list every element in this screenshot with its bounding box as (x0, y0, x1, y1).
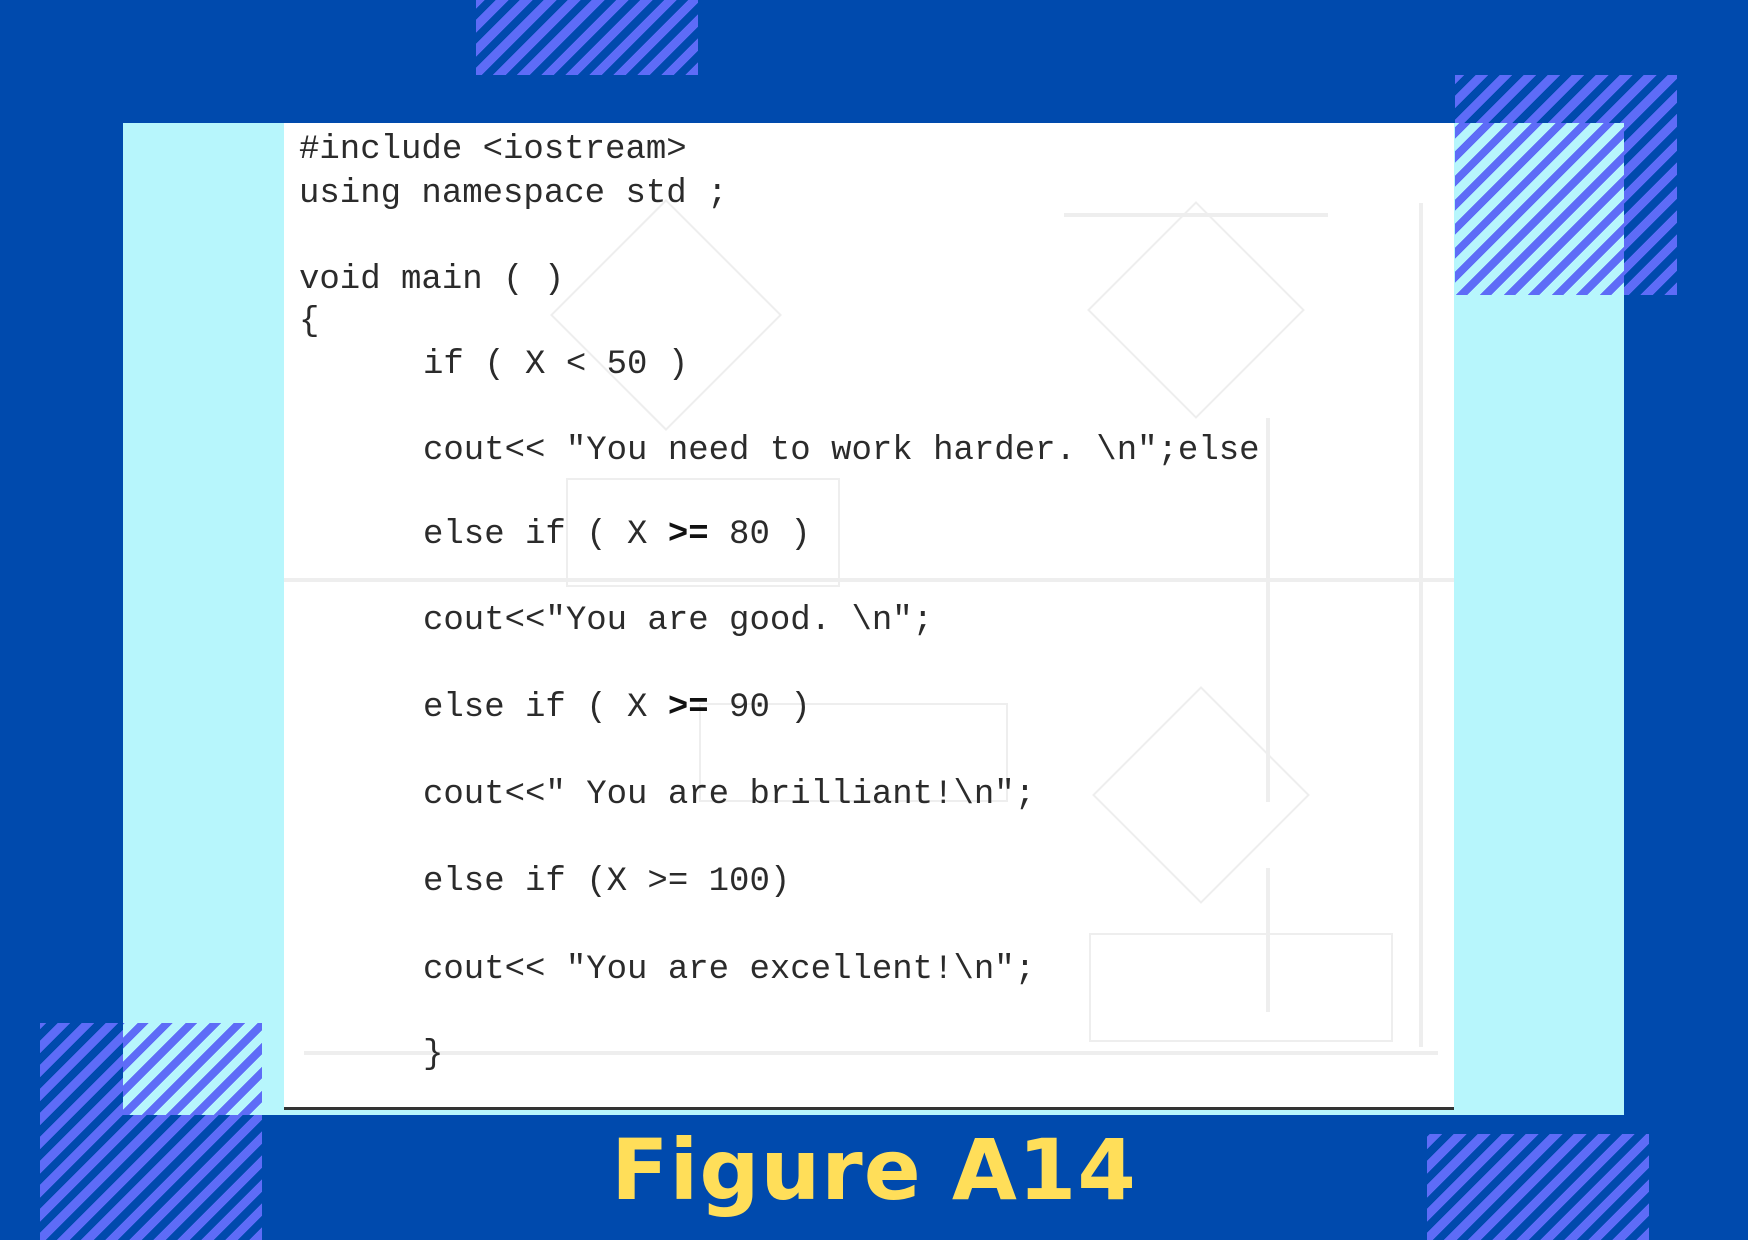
ghost-line (284, 578, 1454, 582)
code-line: else if ( X >= 80 ) (423, 516, 811, 554)
stripe-overlap-right-top (1455, 123, 1624, 295)
code-line: { (299, 303, 320, 341)
code-line: void main ( ) (299, 261, 565, 299)
code-line: cout<<" You are brilliant!\n"; (423, 776, 1036, 814)
ghost-line (1266, 418, 1270, 802)
code-line: #include <iostream> (299, 131, 687, 169)
stripe-decoration-top (476, 0, 698, 75)
ghost-line (304, 1051, 1438, 1055)
ghost-diamond (1087, 201, 1305, 419)
code-text: else if ( X (423, 689, 668, 727)
code-line: if ( X < 50 ) (423, 346, 689, 384)
code-line: cout<< "You need to work harder. \n";els… (423, 432, 1260, 470)
code-operator: >= (667, 516, 709, 554)
code-text: else if ( X (423, 516, 668, 554)
figure-caption: Figure A14 (611, 1121, 1137, 1219)
code-line: using namespace std ; (299, 175, 728, 213)
page-bottom-rule (284, 1107, 1454, 1110)
code-line: else if (X >= 100) (423, 863, 791, 901)
ghost-diamond (1092, 686, 1310, 904)
ghost-box (1089, 933, 1393, 1042)
code-listing-page: #include <iostream> using namespace std … (284, 123, 1454, 1110)
ghost-diamond (550, 199, 782, 431)
code-line: else if ( X >= 90 ) (423, 689, 811, 727)
code-line: cout<< "You are excellent!\n"; (423, 951, 1036, 989)
code-text: 90 ) (708, 689, 811, 727)
code-operator: >= (667, 689, 709, 727)
code-line: } (423, 1036, 444, 1074)
stripe-overlap-left-bottom (123, 1023, 262, 1115)
code-text: 80 ) (708, 516, 811, 554)
ghost-line (1419, 203, 1423, 1047)
code-line: cout<<"You are good. \n"; (423, 602, 934, 640)
